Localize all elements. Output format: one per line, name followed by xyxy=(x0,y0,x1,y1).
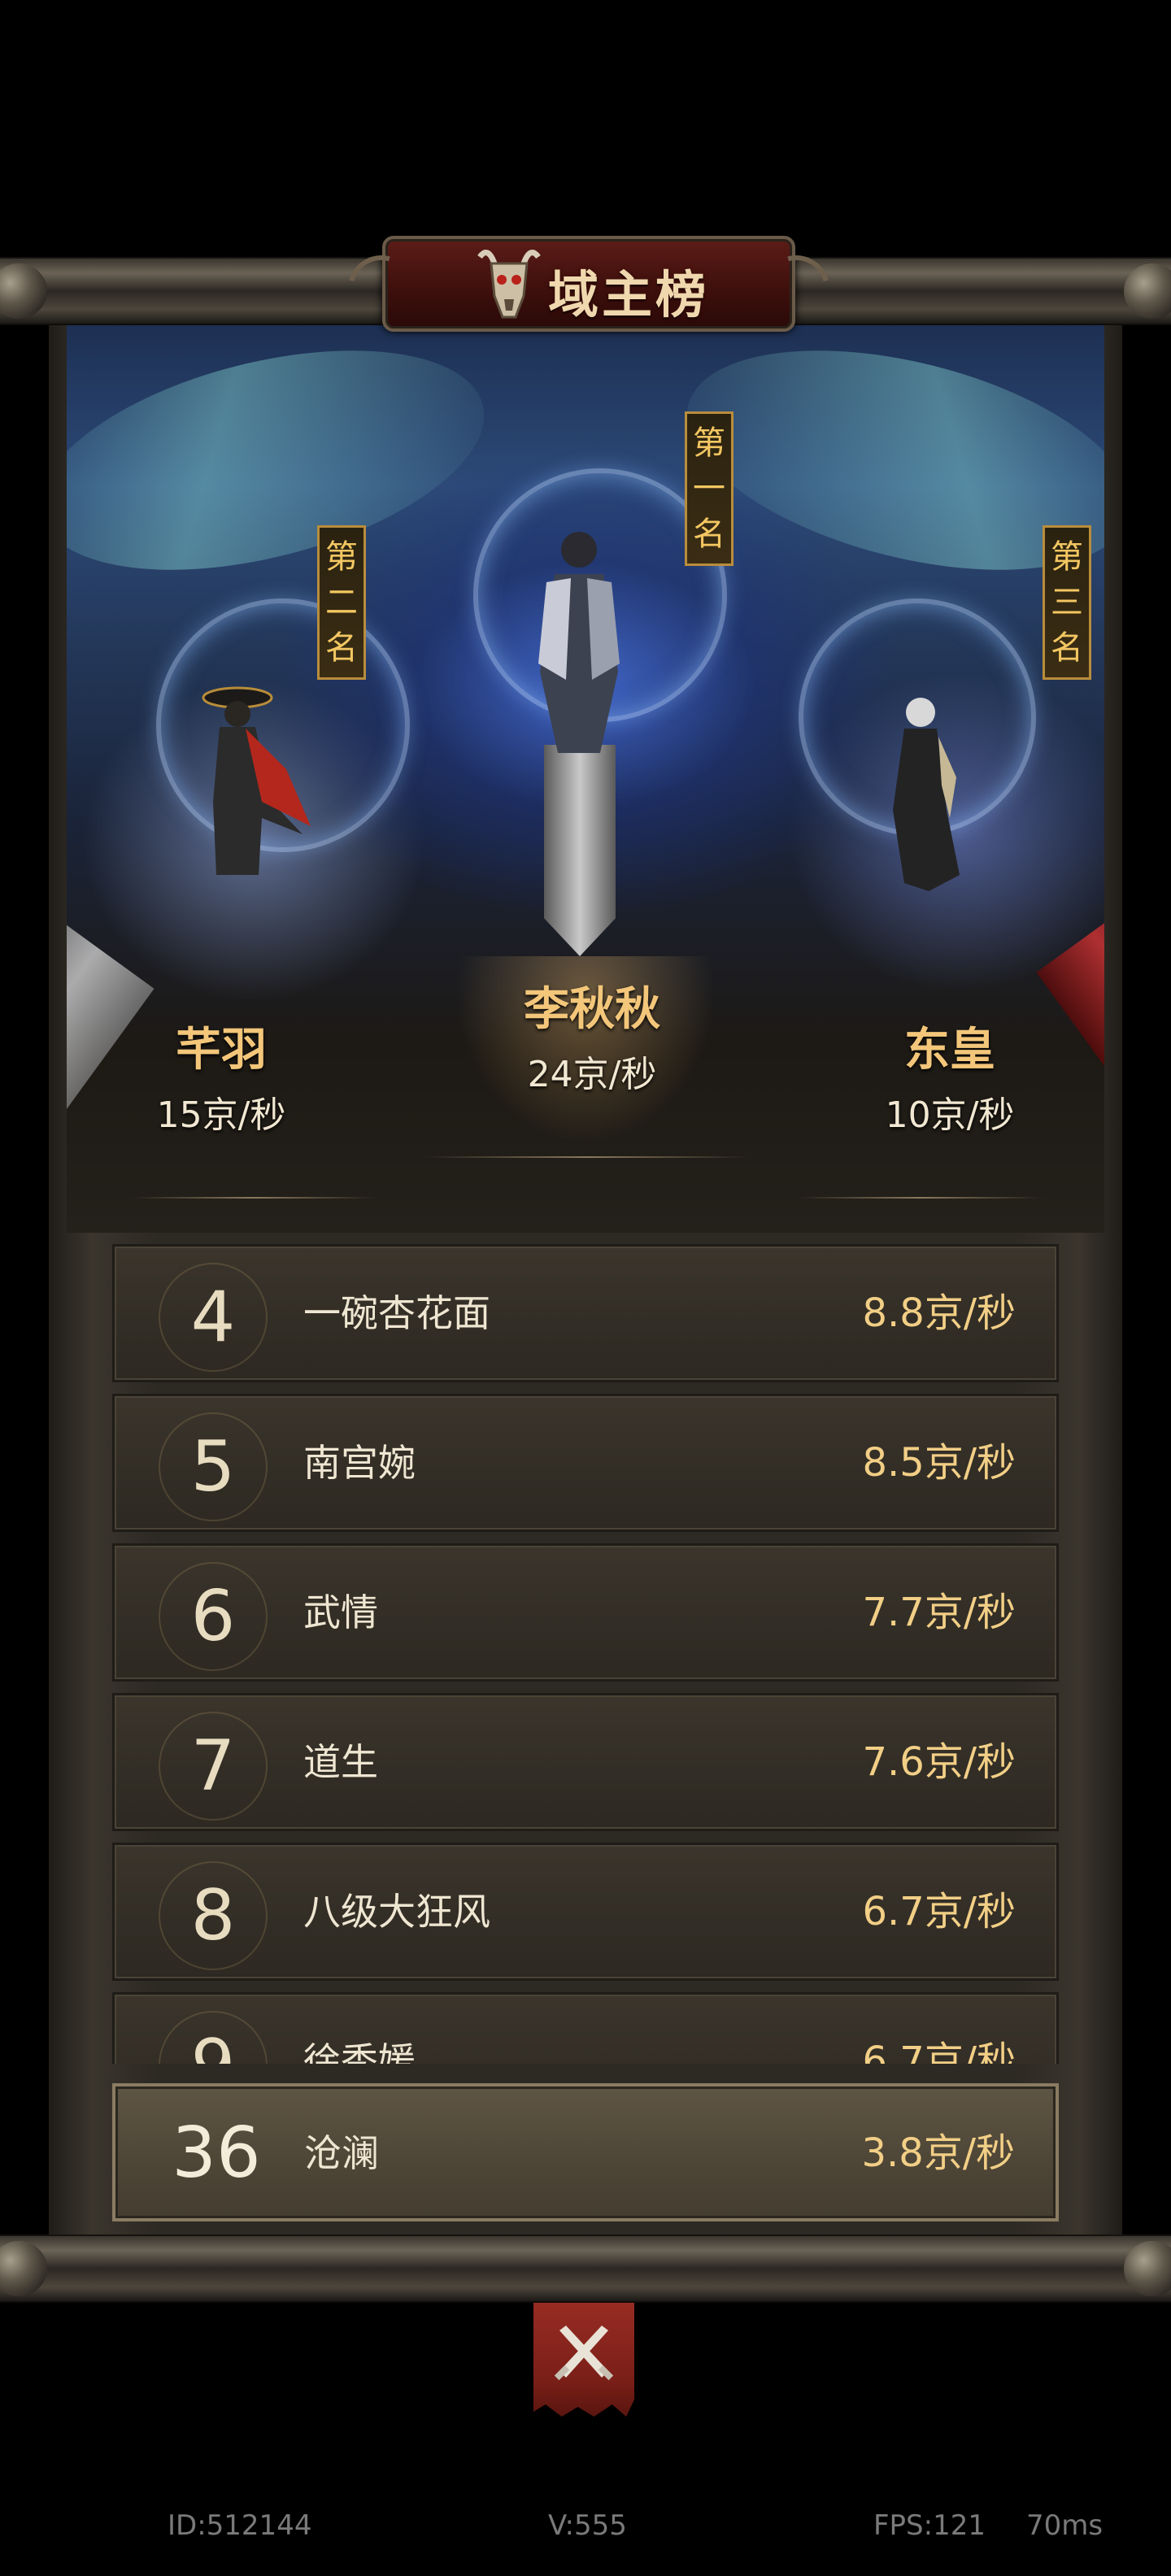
player-speed: 7.7京/秒 xyxy=(862,1590,1016,1635)
rank-2-speed: 15京/秒 xyxy=(156,1094,286,1136)
rank-tag-2: 第二名 xyxy=(317,525,366,680)
rank-3-name: 东皇 xyxy=(904,1024,995,1077)
player-speed: 8.5京/秒 xyxy=(862,1440,1016,1486)
ornament-divider xyxy=(132,1197,376,1199)
self-rank-row[interactable]: 36 沧澜 3.8京/秒 xyxy=(112,2083,1059,2221)
rank-number: 6 xyxy=(159,1562,268,1671)
giant-sword-pedestal xyxy=(544,745,616,956)
self-rank-number: 36 xyxy=(172,2113,261,2194)
rank-number: 7 xyxy=(159,1712,268,1821)
player-name: 八级大狂风 xyxy=(303,1890,490,1934)
footer-fps: FPS:121 xyxy=(873,2509,986,2542)
footer-version: V:555 xyxy=(548,2509,627,2542)
rank-1-nameplate: 李秋秋 24京/秒 xyxy=(470,973,714,1097)
list-item[interactable]: 9 徐秀媛 6.7京/秒 xyxy=(112,1992,1059,2064)
footer-player-id: ID:512144 xyxy=(168,2509,312,2542)
champion-figure-rank-2[interactable] xyxy=(181,680,319,883)
player-name: 武情 xyxy=(303,1590,378,1634)
list-item[interactable]: 4 一碗杏花面 8.8京/秒 xyxy=(112,1244,1059,1382)
rank-1-speed: 24京/秒 xyxy=(527,1054,657,1095)
footer-latency: 70ms xyxy=(1026,2509,1104,2542)
energy-wing-left xyxy=(67,322,507,611)
player-name: 南宫婉 xyxy=(303,1441,416,1485)
player-name: 徐秀媛 xyxy=(303,2039,416,2064)
rank-3-speed: 10京/秒 xyxy=(885,1094,1015,1136)
rank-tag-1: 第一名 xyxy=(685,411,734,566)
rank-2-nameplate: 芊羽 15京/秒 xyxy=(99,1013,343,1138)
rank-number: 5 xyxy=(159,1412,268,1521)
champion-figure-rank-1[interactable] xyxy=(522,517,636,761)
rank-tag-3: 第三名 xyxy=(1043,525,1091,680)
player-speed: 8.8京/秒 xyxy=(862,1290,1016,1336)
page-title: 域主榜 xyxy=(548,265,710,324)
list-item[interactable]: 5 南宫婉 8.5京/秒 xyxy=(112,1394,1059,1532)
rank-number: 9 xyxy=(159,2011,268,2064)
rank-2-name: 芊羽 xyxy=(176,1024,267,1077)
champion-figure-rank-3[interactable] xyxy=(872,688,969,899)
rank-number: 4 xyxy=(159,1263,268,1372)
top-three-arena: 第一名 第二名 第三名 李秋秋 24京/秒 芊羽 15京/秒 东皇 10京/秒 xyxy=(67,322,1104,1233)
crossed-swords-close-icon xyxy=(554,2326,614,2381)
self-player-name: 沧澜 xyxy=(304,2131,379,2175)
rank-3-nameplate: 东皇 10京/秒 xyxy=(828,1013,1072,1138)
list-item[interactable]: 7 道生 7.6京/秒 xyxy=(112,1693,1059,1831)
player-name: 一碗杏花面 xyxy=(303,1291,490,1335)
self-player-speed: 3.8京/秒 xyxy=(861,2130,1015,2176)
title-banner: 域主榜 xyxy=(335,236,842,335)
list-item[interactable]: 8 八级大狂风 6.7京/秒 xyxy=(112,1843,1059,1981)
player-speed: 6.7京/秒 xyxy=(862,2039,1016,2064)
rank-number: 8 xyxy=(159,1861,268,1970)
rank-1-name: 李秋秋 xyxy=(524,983,660,1036)
close-button[interactable] xyxy=(533,2295,634,2417)
list-item[interactable]: 6 武情 7.7京/秒 xyxy=(112,1543,1059,1682)
player-name: 道生 xyxy=(303,1740,378,1784)
scroll-rod-bottom xyxy=(0,2234,1171,2303)
bull-skull-icon xyxy=(477,250,541,319)
ranking-list[interactable]: 4 一碗杏花面 8.8京/秒 5 南宫婉 8.5京/秒 6 武情 7.7京/秒 … xyxy=(112,1244,1059,2064)
ornament-divider xyxy=(424,1156,750,1158)
ornament-divider xyxy=(799,1197,1043,1199)
player-speed: 6.7京/秒 xyxy=(862,1889,1016,1934)
player-speed: 7.6京/秒 xyxy=(862,1739,1016,1785)
